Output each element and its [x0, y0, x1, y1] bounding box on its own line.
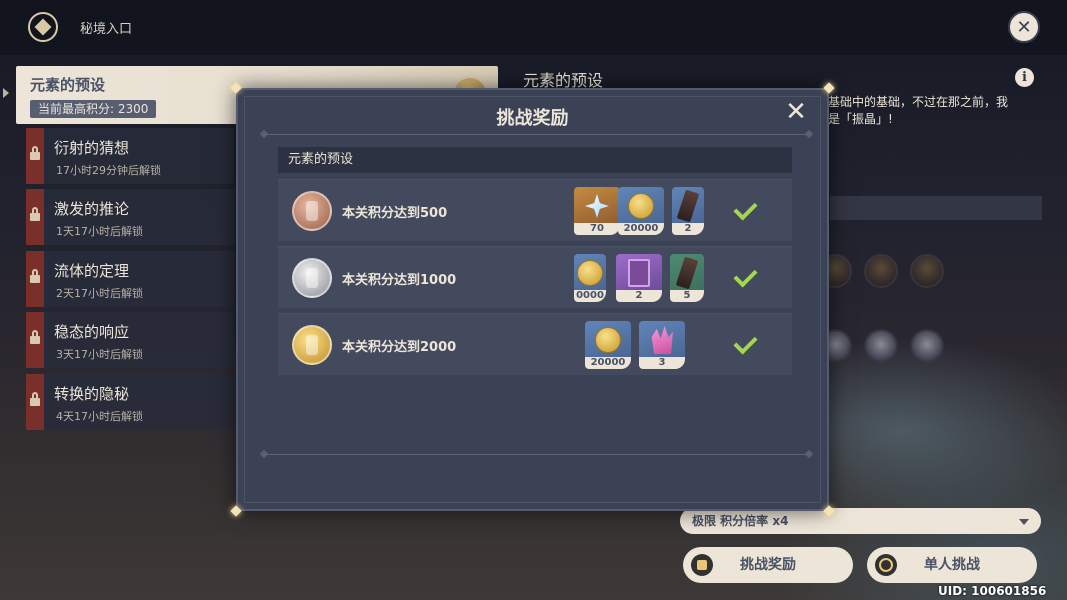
lock-icon: [30, 146, 40, 160]
reward-item[interactable]: 2: [616, 254, 662, 302]
stage-title: 稳态的响应: [54, 323, 130, 341]
reward-condition: 本关积分达到2000: [342, 340, 457, 355]
corner-ornament-icon: [229, 81, 243, 95]
reward-item[interactable]: 20000: [585, 321, 631, 369]
description-line: 是「振晶」!: [828, 112, 893, 126]
item-count: 2: [672, 223, 704, 235]
primogem-icon: [585, 194, 609, 218]
item-count: 2: [616, 290, 662, 302]
stage-title: 转换的隐秘: [54, 385, 130, 403]
reward-row: 本关积分达到2000 20000 3: [278, 313, 792, 375]
reward-item[interactable]: 0000: [574, 254, 606, 302]
close-icon[interactable]: ✕: [785, 99, 807, 125]
best-score-badge: 当前最高积分: 2300: [30, 100, 157, 118]
description-line: 基础中的基础，不过在那之前，我: [828, 95, 1009, 109]
stage-item-locked[interactable]: 流体的定理 2天17小时后解锁: [26, 251, 234, 307]
reward-icon: [691, 554, 713, 576]
unlock-timer: 3天17小时后解锁: [56, 348, 143, 361]
item-count: 20000: [585, 357, 631, 369]
ore-icon: [675, 256, 699, 290]
stage-item-locked[interactable]: 衍射的猜想 17小时29分钟后解锁: [26, 128, 234, 184]
book-icon: [628, 259, 650, 287]
chevron-down-icon: [1019, 519, 1029, 525]
check-icon: [733, 196, 761, 224]
difficulty-value: 极限 积分倍率 x4: [692, 514, 789, 528]
reward-row: 本关积分达到500 70 20000 2: [278, 179, 792, 241]
stage-title: 元素的预设: [30, 76, 106, 94]
enemy-portrait[interactable]: [864, 329, 898, 363]
mora-icon: [595, 327, 621, 353]
enemy-portrait[interactable]: [864, 254, 898, 288]
stage-title: 激发的推论: [54, 200, 130, 218]
check-icon: [733, 263, 761, 291]
button-label: 单人挑战: [924, 557, 980, 573]
domain-diamond-icon: [28, 12, 58, 42]
reward-item[interactable]: 20000: [618, 187, 664, 235]
top-bar: 秘境入口 ✕: [0, 0, 1067, 55]
bronze-medal-icon: [292, 191, 332, 231]
close-icon[interactable]: ✕: [1008, 11, 1040, 43]
info-icon[interactable]: i: [1015, 68, 1034, 87]
stage-title: 衍射的猜想: [54, 139, 130, 157]
divider: [264, 134, 809, 135]
mora-icon: [577, 260, 603, 286]
modal-title: 挑战奖励: [496, 108, 569, 129]
section-title: 元素的预设: [278, 147, 792, 173]
reward-item[interactable]: 70: [574, 187, 620, 235]
reward-item[interactable]: 5: [670, 254, 704, 302]
challenge-rewards-modal: 挑战奖励 ✕ 元素的预设 本关积分达到500 70 20000 2 本关积分达到…: [236, 88, 829, 511]
item-count: 20000: [618, 223, 664, 235]
breadcrumb: 秘境入口: [80, 22, 133, 37]
mora-icon: [628, 193, 654, 219]
reward-item[interactable]: 2: [672, 187, 704, 235]
stage-description: 基础中的基础，不过在那之前，我 是「振晶」!: [828, 94, 1038, 128]
reward-item[interactable]: 3: [639, 321, 685, 369]
corner-ornament-icon: [229, 504, 243, 518]
unlock-timer: 2天17小时后解锁: [56, 287, 143, 300]
stage-title: 流体的定理: [54, 262, 130, 280]
crystal-icon: [651, 326, 673, 354]
stage-item-locked[interactable]: 稳态的响应 3天17小时后解锁: [26, 312, 234, 368]
unlock-timer: 1天17小时后解锁: [56, 225, 143, 238]
item-count: 70: [574, 223, 620, 235]
lock-icon: [30, 392, 40, 406]
collapse-arrow-icon[interactable]: [3, 88, 9, 98]
reward-condition: 本关积分达到1000: [342, 273, 457, 288]
ore-icon: [676, 189, 700, 223]
item-count: 3: [639, 357, 685, 369]
silver-medal-icon: [292, 258, 332, 298]
item-count: 0000: [574, 290, 606, 302]
solo-challenge-button[interactable]: 单人挑战: [867, 547, 1037, 583]
check-icon: [733, 330, 761, 358]
difficulty-select[interactable]: 极限 积分倍率 x4: [680, 508, 1041, 534]
gold-medal-icon: [292, 325, 332, 365]
unlock-timer: 17小时29分钟后解锁: [56, 164, 161, 177]
solo-icon: [875, 554, 897, 576]
divider: [264, 454, 809, 455]
enemy-portrait[interactable]: [910, 254, 944, 288]
uid-label: UID: 100601856: [938, 584, 1047, 598]
challenge-rewards-button[interactable]: 挑战奖励: [683, 547, 853, 583]
unlock-timer: 4天17小时后解锁: [56, 410, 143, 423]
lock-icon: [30, 330, 40, 344]
corner-ornament-icon: [822, 504, 836, 518]
stage-item-locked[interactable]: 激发的推论 1天17小时后解锁: [26, 189, 234, 245]
stage-item-locked[interactable]: 转换的隐秘 4天17小时后解锁: [26, 374, 234, 430]
enemy-section-header: [830, 196, 1042, 220]
button-label: 挑战奖励: [740, 557, 796, 573]
item-count: 5: [670, 290, 704, 302]
corner-ornament-icon: [822, 81, 836, 95]
reward-condition: 本关积分达到500: [342, 206, 448, 221]
enemy-portrait[interactable]: [910, 329, 944, 363]
lock-icon: [30, 269, 40, 283]
reward-row: 本关积分达到1000 0000 2 5: [278, 246, 792, 308]
lock-icon: [30, 207, 40, 221]
